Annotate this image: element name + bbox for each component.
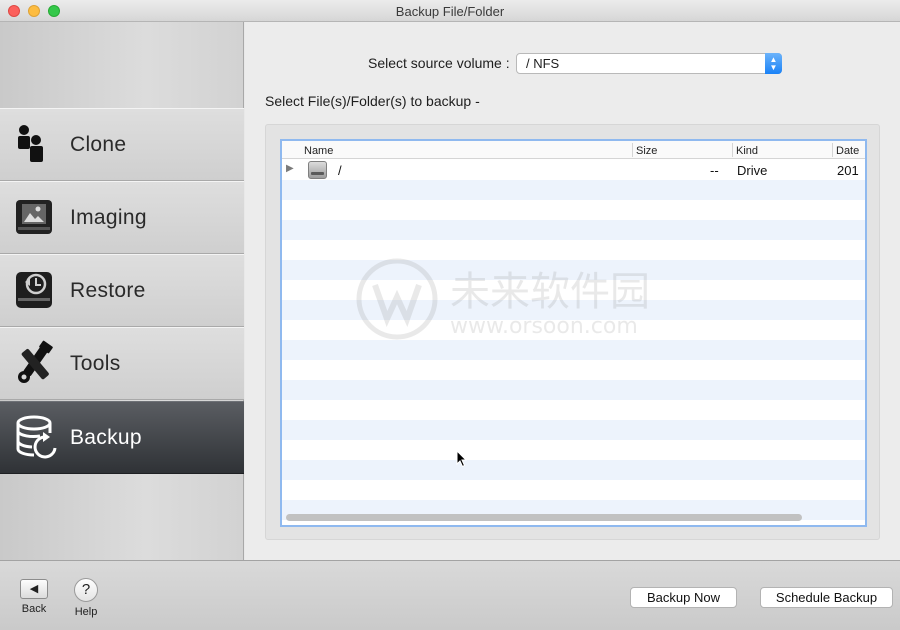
table-row[interactable]: ▶ / -- Drive 201 [282, 160, 865, 180]
column-header-kind[interactable]: Kind [736, 145, 758, 157]
row-name: / [338, 163, 342, 178]
sidebar-item-tools[interactable]: Tools [0, 327, 244, 400]
sidebar-item-label: Imaging [70, 205, 147, 229]
tools-icon [0, 327, 70, 400]
sidebar-item-backup[interactable]: Backup [0, 401, 244, 474]
row-kind: Drive [737, 163, 768, 178]
sidebar-item-clone[interactable]: Clone [0, 108, 244, 181]
table-header: Name Size Kind Date [282, 141, 865, 159]
mouse-cursor-icon [456, 449, 468, 473]
back-label: Back [21, 603, 47, 615]
select-files-label: Select File(s)/Folder(s) to backup - [265, 93, 480, 109]
help-label: Help [74, 606, 98, 618]
drive-icon [308, 161, 327, 179]
row-date: 201 [837, 163, 859, 178]
source-volume-value: / NFS [526, 56, 560, 71]
sidebar-item-label: Clone [70, 132, 127, 156]
clone-icon [0, 108, 70, 181]
help-button[interactable]: ? Help [72, 578, 100, 618]
column-header-size[interactable]: Size [636, 145, 657, 157]
sidebar-item-label: Tools [70, 351, 121, 375]
imaging-icon [0, 181, 70, 254]
watermark: 未来软件园 www.orsoon.com [355, 257, 685, 372]
sidebar-item-restore[interactable]: Restore [0, 254, 244, 327]
sidebar-item-label: Backup [70, 425, 142, 449]
restore-icon [0, 254, 70, 327]
title-bar: Backup File/Folder [0, 0, 900, 22]
sidebar-item-imaging[interactable]: Imaging [0, 181, 244, 254]
source-volume-label: Select source volume : [368, 55, 510, 71]
back-button[interactable]: ◀ Back [20, 577, 48, 615]
back-arrow-icon: ◀ [20, 579, 48, 599]
column-header-name[interactable]: Name [304, 145, 333, 157]
sidebar: Clone Imaging Restore Tools Backup [0, 22, 244, 560]
sidebar-item-label: Restore [70, 278, 146, 302]
schedule-backup-button[interactable]: Schedule Backup [760, 587, 893, 608]
disclosure-triangle-icon[interactable]: ▶ [286, 163, 294, 174]
backup-now-button[interactable]: Backup Now [630, 587, 737, 608]
chevron-updown-icon: ▲ ▼ [765, 53, 782, 74]
watermark-text: 未来软件园 [450, 269, 650, 315]
row-size: -- [710, 163, 719, 178]
watermark-url: www.orsoon.com [450, 314, 638, 339]
main-panel: Select source volume : / NFS ▲ ▼ Select F… [245, 22, 900, 560]
horizontal-scrollbar[interactable] [286, 514, 802, 521]
question-mark-icon: ? [74, 578, 98, 602]
column-header-date[interactable]: Date [836, 145, 859, 157]
bottom-toolbar: ◀ Back ? Help Backup Now Schedule Backup [0, 560, 900, 630]
window-title: Backup File/Folder [395, 4, 505, 19]
source-volume-select[interactable]: / NFS ▲ ▼ [516, 53, 782, 74]
backup-icon [0, 401, 70, 474]
